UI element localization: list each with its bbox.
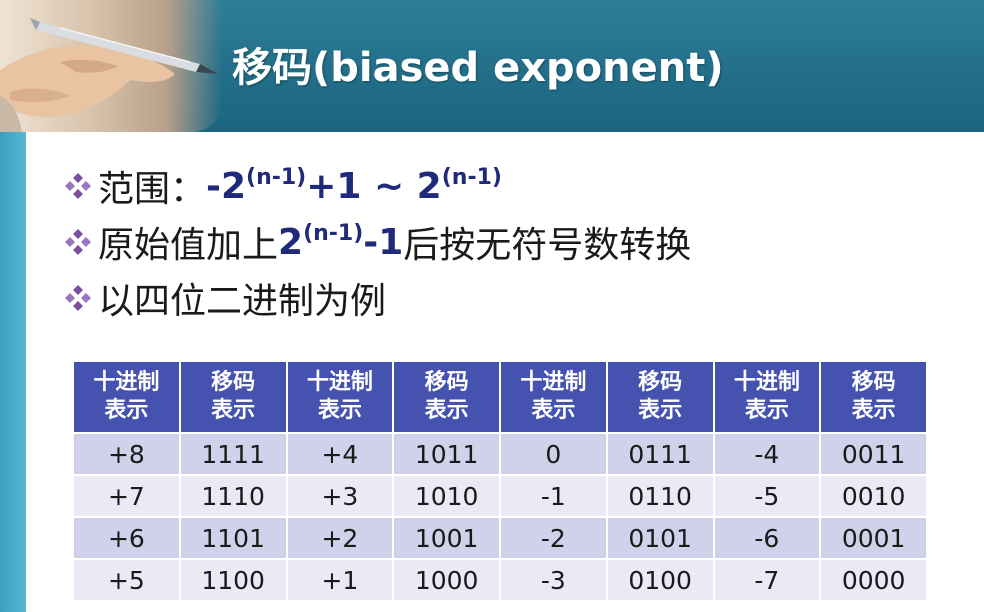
table-cell: 1100	[178, 558, 288, 602]
table-cell: 1010	[392, 474, 501, 518]
header-line: 表示	[211, 398, 256, 423]
table-cell: -4	[712, 432, 822, 476]
rule-tail: -1	[363, 221, 404, 263]
table-row: +6 1101 +2 1001 -2 0101 -6 0001	[72, 516, 928, 560]
header-line: 表示	[424, 398, 469, 423]
table-cell: -6	[712, 516, 822, 560]
rule-base: 2	[278, 221, 304, 263]
table-cell: 1001	[392, 516, 501, 560]
table-cell: 0111	[605, 432, 715, 476]
table-row: +5 1100 +1 1000 -3 0100 -7 0000	[72, 558, 928, 602]
table-cell: +6	[72, 516, 181, 560]
header-biased: 移码 表示	[392, 360, 501, 434]
slide: 移码(biased exponent) 范围： -2(n-1)+1 ~ 2(n-…	[0, 0, 984, 612]
table-cell: 1101	[178, 516, 288, 560]
table-cell: 0100	[605, 558, 715, 602]
range-sup2: (n-1)	[441, 164, 502, 190]
table-row: +8 1111 +4 1011 0 0111 -4 0011	[72, 432, 928, 476]
table-cell: 1011	[392, 432, 501, 476]
rule-before: 原始值加上	[98, 225, 279, 266]
bullet-range-label: 范围：	[98, 169, 207, 210]
bullet-rule: 原始值加上 2(n-1)-1 后按无符号数转换	[62, 214, 691, 270]
table-cell: -1	[499, 474, 608, 518]
table-cell: 0010	[819, 474, 928, 518]
table-cell: +8	[72, 432, 181, 476]
table-cell: +2	[285, 516, 395, 560]
diamond-cluster-icon	[65, 285, 91, 311]
table-cell: -5	[712, 474, 822, 518]
header-line: 表示	[638, 398, 683, 423]
header-decimal: 十进制 表示	[499, 360, 608, 434]
table-cell: 0101	[605, 516, 715, 560]
rule-after: 后按无符号数转换	[403, 225, 692, 266]
header-line: 移码	[638, 370, 683, 395]
table-cell: 0011	[819, 432, 928, 476]
header-decimal: 十进制 表示	[72, 360, 181, 434]
table-cell: 1000	[392, 558, 501, 602]
diamond-cluster-icon	[65, 173, 91, 199]
bullet-example: 以四位二进制为例	[62, 270, 386, 326]
header-line: 移码	[211, 370, 256, 395]
side-accent-bar	[0, 132, 26, 612]
table-cell: +3	[285, 474, 395, 518]
header-biased: 移码 表示	[178, 360, 288, 434]
table-cell: 0000	[819, 558, 928, 602]
range-formula: -2(n-1)+1 ~ 2(n-1)	[206, 166, 502, 207]
header-biased: 移码 表示	[605, 360, 715, 434]
bullet-range: 范围： -2(n-1)+1 ~ 2(n-1)	[62, 158, 502, 214]
header-line: 十进制	[733, 370, 800, 395]
table-cell: -3	[499, 558, 608, 602]
table-cell: +4	[285, 432, 395, 476]
header-line: 表示	[317, 398, 362, 423]
header-line: 表示	[744, 398, 789, 423]
biased-code-table: 十进制表示 移码表示 十进制表示 移码表示 十进制表示 移码表示 十进制表示 移…	[72, 360, 928, 602]
table-cell: 0001	[819, 516, 928, 560]
table-cell: -7	[712, 558, 822, 602]
hand-pen-photo-icon	[0, 0, 222, 132]
rule-formula: 2(n-1)-1	[278, 222, 403, 263]
header-line: 十进制	[306, 370, 373, 395]
header-line: 表示	[851, 398, 896, 423]
table-cell: -2	[499, 516, 608, 560]
header-line: 移码	[424, 370, 469, 395]
header-decimal: 十进制 表示	[712, 360, 822, 434]
example-text: 以四位二进制为例	[98, 281, 387, 322]
table-cell: 1110	[178, 474, 288, 518]
table-cell: +1	[285, 558, 395, 602]
header-biased: 移码 表示	[819, 360, 928, 434]
table-cell: 0	[499, 432, 608, 476]
header-line: 表示	[531, 398, 576, 423]
range-sup1: (n-1)	[246, 164, 307, 190]
header-line: 十进制	[520, 370, 587, 395]
table-cell: 0110	[605, 474, 715, 518]
slide-title: 移码(biased exponent)	[232, 45, 724, 91]
rule-sup: (n-1)	[303, 220, 364, 246]
table-cell: +7	[72, 474, 181, 518]
range-part1: -2	[206, 165, 247, 207]
diamond-cluster-icon	[65, 229, 91, 255]
range-part2: +1 ~ 2	[306, 165, 442, 207]
header-line: 移码	[851, 370, 896, 395]
table-cell: 1111	[178, 432, 288, 476]
table-cell: +5	[72, 558, 181, 602]
header-line: 表示	[104, 398, 149, 423]
table-header-row: 十进制表示 移码表示 十进制表示 移码表示 十进制表示 移码表示 十进制表示 移…	[72, 360, 928, 434]
header-decimal: 十进制 表示	[285, 360, 395, 434]
table-row: +7 1110 +3 1010 -1 0110 -5 0010	[72, 474, 928, 518]
header-line: 十进制	[93, 370, 160, 395]
